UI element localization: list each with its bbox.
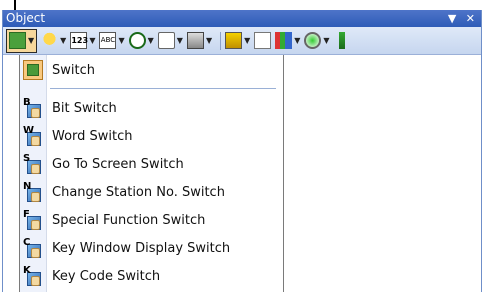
- level-display-icon: [186, 32, 204, 49]
- key-window-display-switch-icon: C: [23, 237, 41, 258]
- menu-item-bit-switch[interactable]: B Bit Switch: [20, 95, 283, 121]
- numerical-display-tool[interactable]: 123 ▼: [70, 30, 95, 52]
- menu-item-word-switch[interactable]: W Word Switch: [20, 123, 283, 149]
- icon-letter: S: [23, 153, 31, 164]
- key-code-switch-icon: K: [23, 265, 41, 286]
- change-station-switch-icon: N: [23, 181, 41, 202]
- numerical-display-icon: 123: [70, 32, 88, 49]
- menu-item-label: Word Switch: [52, 128, 133, 144]
- chevron-down-icon[interactable]: ▼: [244, 36, 250, 45]
- word-switch-icon: W: [23, 125, 41, 146]
- menu-item-label: Go To Screen Switch: [52, 156, 184, 172]
- menu-header-label: Switch: [52, 62, 95, 78]
- menu-item-label: Bit Switch: [52, 100, 117, 116]
- chevron-down-icon[interactable]: ▼: [206, 36, 212, 45]
- chevron-down-icon[interactable]: ▼: [323, 36, 329, 45]
- lamp-tool-icon: [41, 32, 59, 49]
- dropdown-icon[interactable]: ▼: [448, 12, 456, 25]
- menu-separator: [50, 88, 276, 89]
- close-icon[interactable]: ✕: [466, 12, 475, 25]
- menu-item-label: Key Window Display Switch: [52, 240, 231, 256]
- title-controls: ▼ ✕: [442, 10, 475, 27]
- menu-item-label: Key Code Switch: [52, 268, 161, 284]
- bit-switch-icon: B: [23, 97, 41, 118]
- switch-dropdown-menu: Switch B Bit Switch W Word Switch S Go To Scr…: [19, 55, 284, 292]
- ascii-display-tool[interactable]: ABC ▼: [99, 30, 125, 52]
- chart-tool[interactable]: [254, 30, 272, 52]
- icon-letter: B: [23, 97, 31, 108]
- clock-tool[interactable]: ▼: [128, 30, 154, 52]
- gauge-tool[interactable]: ▼: [304, 30, 330, 52]
- menu-item-key-window-display-switch[interactable]: C Key Window Display Switch: [20, 235, 283, 261]
- alarm-tool[interactable]: ▼: [225, 30, 250, 52]
- menu-item-special-function-switch[interactable]: F Special Function Switch: [20, 207, 283, 233]
- chevron-down-icon[interactable]: ▼: [177, 36, 183, 45]
- switch-tool-icon: [9, 32, 26, 49]
- slider-tool[interactable]: [334, 30, 350, 52]
- go-to-screen-switch-icon: S: [23, 153, 41, 174]
- lamp-tool-tool[interactable]: ▼: [41, 30, 66, 52]
- graph-tool[interactable]: ▼: [275, 30, 300, 52]
- menu-item-label: Special Function Switch: [52, 212, 206, 228]
- switch-tool-tool[interactable]: ▼: [6, 28, 38, 53]
- toolbar-separator: [220, 31, 222, 50]
- menu-header-switch[interactable]: Switch: [20, 57, 283, 83]
- icon-letter: N: [23, 181, 32, 192]
- comment-tool[interactable]: ▼: [157, 30, 183, 52]
- panel-title: Object: [6, 11, 46, 25]
- chevron-down-icon[interactable]: ▼: [60, 36, 66, 45]
- icon-letter: K: [23, 265, 31, 276]
- graph-icon: [275, 32, 293, 49]
- chevron-down-icon[interactable]: ▼: [28, 36, 34, 45]
- panel-titlebar: Object ▼ ✕: [3, 10, 481, 27]
- level-display-tool[interactable]: ▼: [186, 30, 212, 52]
- icon-letter: W: [23, 125, 35, 136]
- switch-icon: [23, 60, 43, 80]
- chevron-down-icon[interactable]: ▼: [118, 36, 124, 45]
- menu-item-label: Change Station No. Switch: [52, 184, 225, 200]
- slider-icon: [338, 32, 345, 49]
- chevron-down-icon[interactable]: ▼: [294, 36, 300, 45]
- menu-item-change-station-switch[interactable]: N Change Station No. Switch: [20, 179, 283, 205]
- menu-item-go-to-screen-switch[interactable]: S Go To Screen Switch: [20, 151, 283, 177]
- menu-item-key-code-switch[interactable]: K Key Code Switch: [20, 263, 283, 289]
- special-function-switch-icon: F: [23, 209, 41, 230]
- icon-letter: F: [23, 209, 30, 220]
- clock-icon: [128, 32, 146, 49]
- icon-letter: C: [23, 237, 31, 248]
- gauge-icon: [304, 32, 322, 49]
- comment-icon: [157, 32, 175, 49]
- chevron-down-icon[interactable]: ▼: [89, 36, 95, 45]
- chevron-down-icon[interactable]: ▼: [148, 36, 154, 45]
- alarm-icon: [225, 32, 243, 49]
- object-toolbar: ▼ ▼ 123 ▼ ABC ▼ ▼ ▼ ▼ ▼ ▼ ▼: [3, 27, 481, 55]
- chart-icon: [254, 32, 272, 49]
- ascii-display-icon: ABC: [99, 32, 117, 49]
